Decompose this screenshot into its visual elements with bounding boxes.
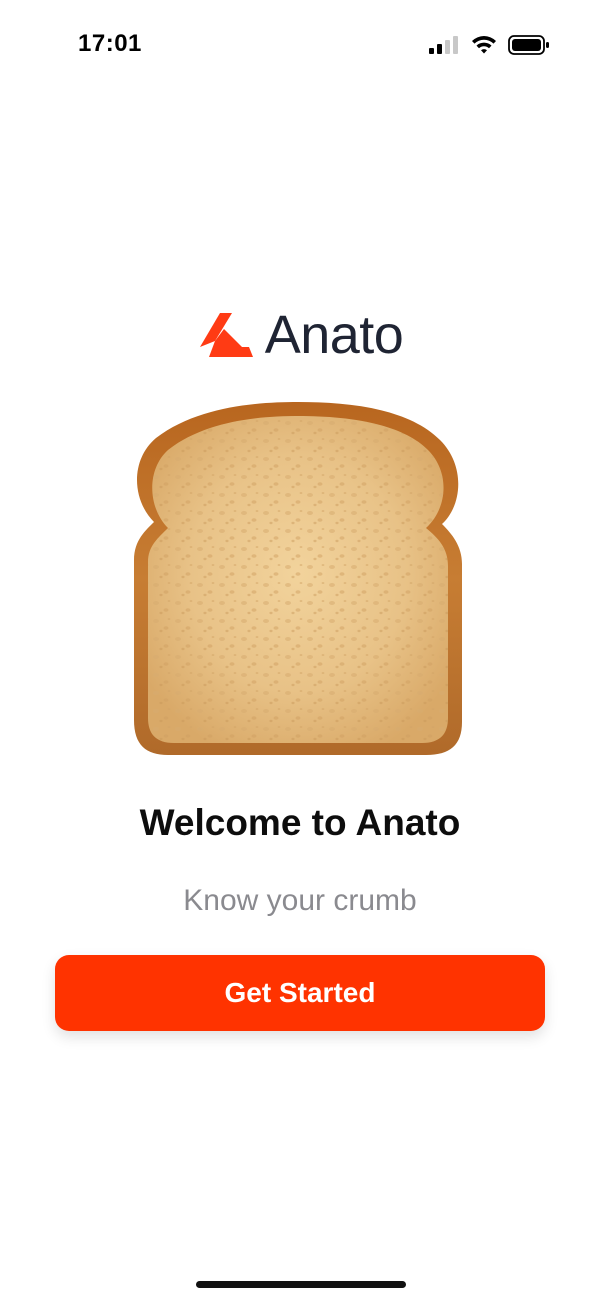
anato-mark-icon <box>199 313 253 357</box>
wifi-icon <box>472 36 496 54</box>
welcome-title: Welcome to Anato <box>139 802 461 843</box>
status-icons <box>428 34 550 56</box>
home-indicator[interactable] <box>196 1281 406 1288</box>
signal-icon <box>429 36 458 54</box>
status-bar: 17:01 <box>0 0 600 90</box>
app-logo: Anato <box>0 308 600 362</box>
bread-slice-illustration <box>134 402 462 755</box>
get-started-button[interactable]: Get Started <box>55 955 545 1031</box>
logo-text: Anato <box>264 305 404 365</box>
welcome-subtitle: Know your crumb <box>183 884 417 917</box>
battery-icon <box>508 35 549 55</box>
status-time: 17:01 <box>78 30 142 57</box>
